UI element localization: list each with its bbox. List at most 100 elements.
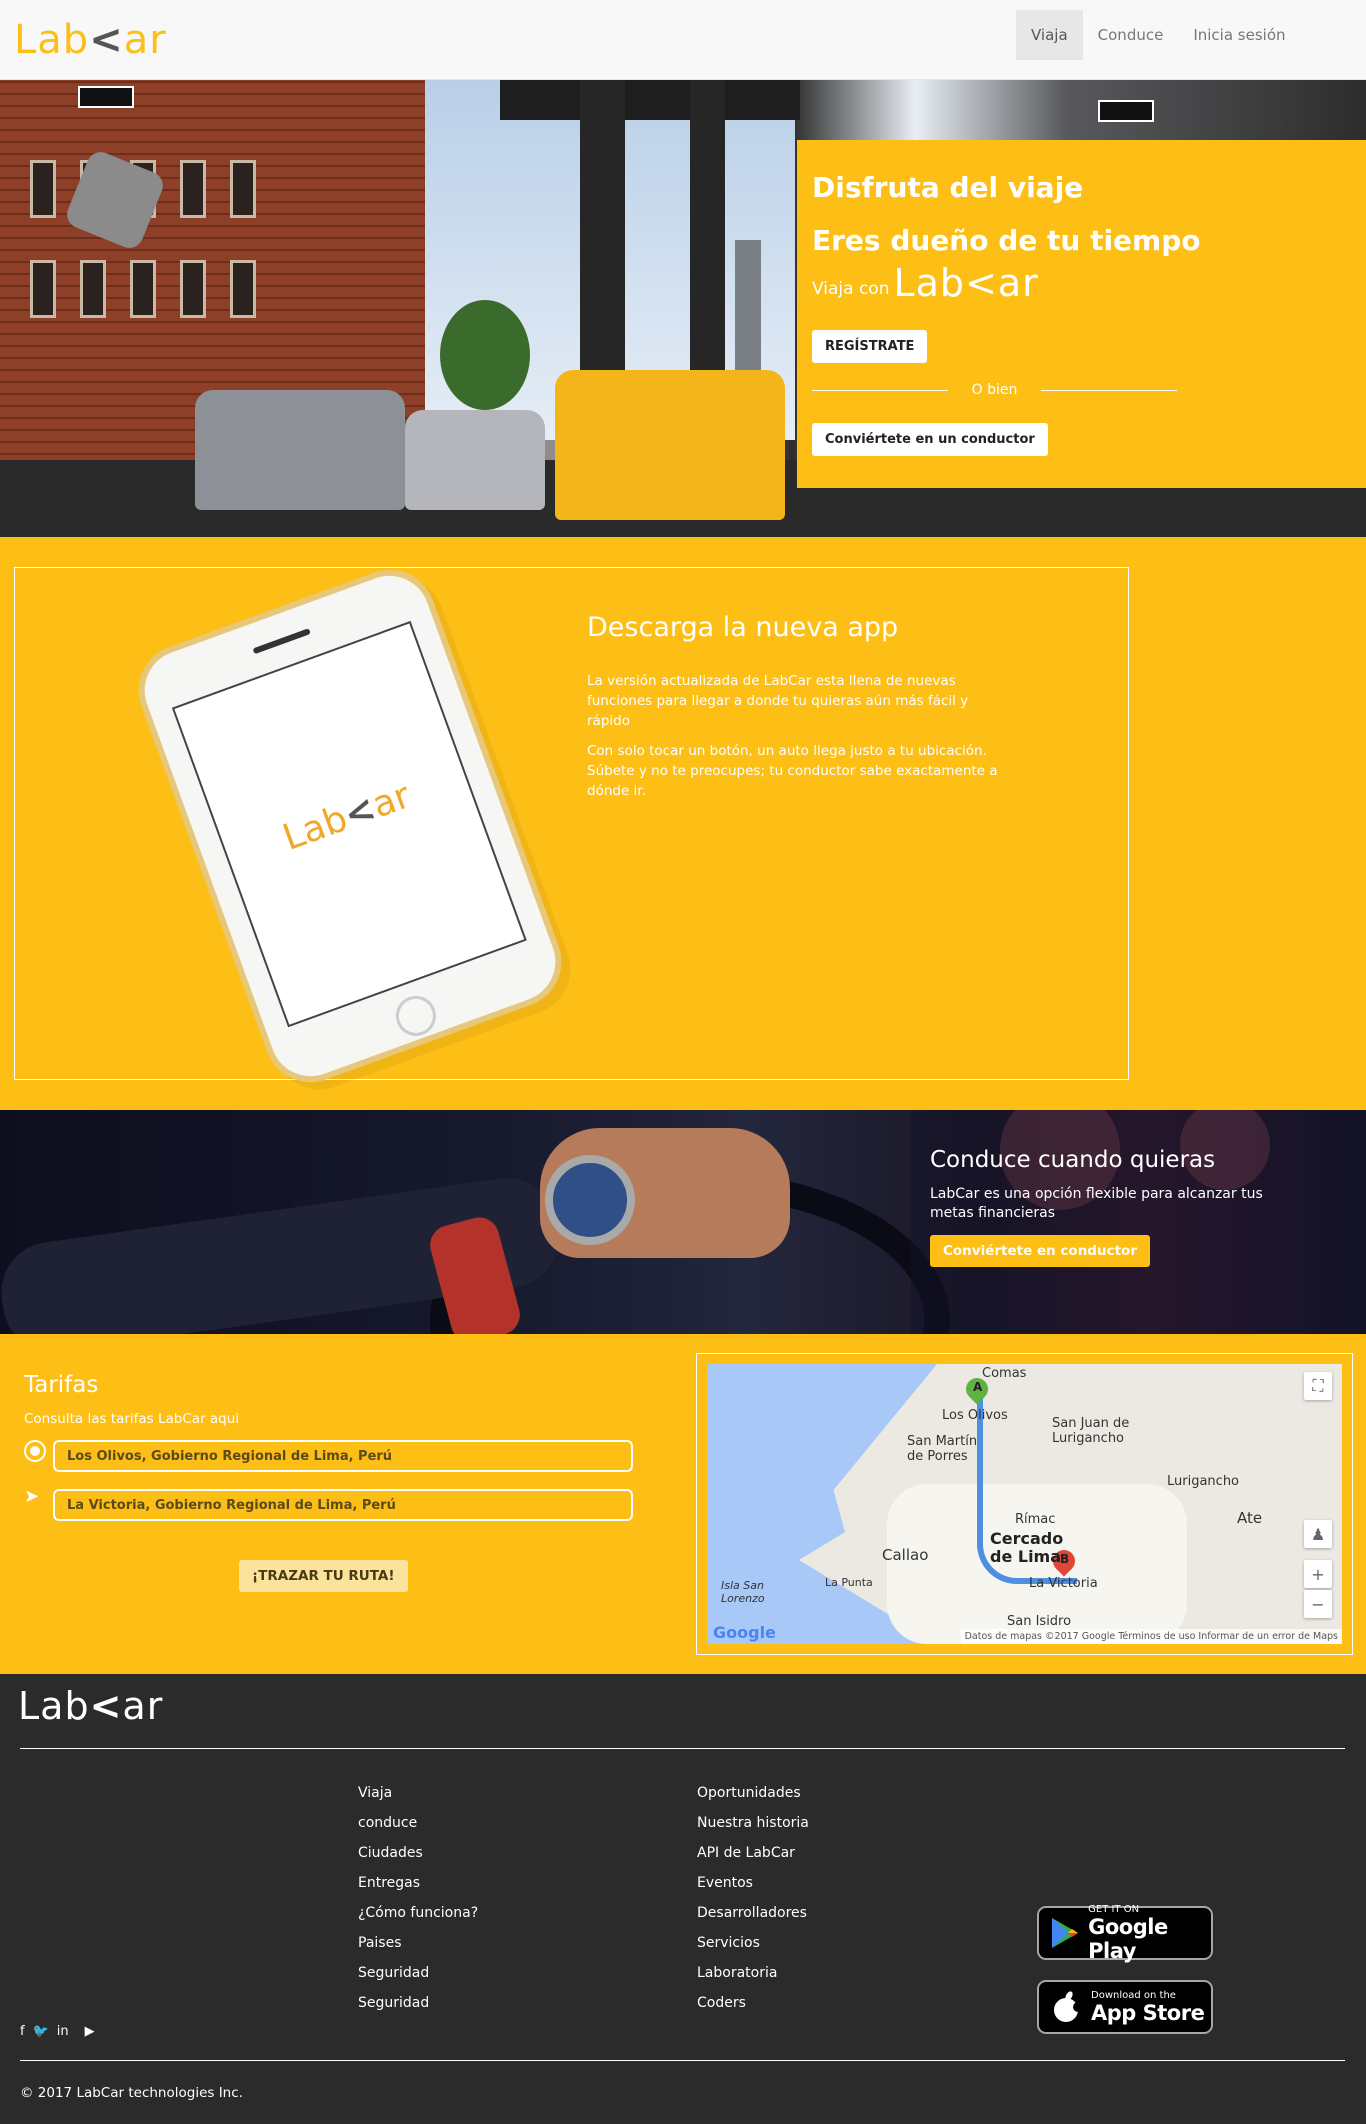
building-window	[230, 260, 256, 318]
phone-home-button	[390, 990, 442, 1042]
hero-panel: Disfruta del viaje Eres dueño de tu tiem…	[797, 140, 1366, 488]
footer-link[interactable]: Laboratoria	[697, 1958, 997, 1988]
download-title: Descarga la nueva app	[587, 612, 899, 643]
tree	[440, 300, 530, 410]
route-map[interactable]: A B Comas Los Olivos San Juan de Lurigan…	[707, 1364, 1342, 1644]
map-place: Rímac	[1015, 1512, 1056, 1527]
phone-speaker	[252, 628, 311, 655]
download-section: Lab<ar Descarga la nueva app La versión …	[0, 537, 1366, 1110]
map-place: Comas	[982, 1366, 1027, 1381]
nav-item-conduce[interactable]: Conduce	[1083, 10, 1179, 60]
footer-logo[interactable]: Lab<ar	[18, 1684, 163, 1728]
download-box: Lab<ar Descarga la nueva app La versión …	[14, 556, 1129, 1096]
footer-divider	[20, 2060, 1345, 2061]
google-play-icon	[1049, 1916, 1080, 1950]
drive-title: Conduce cuando quieras	[930, 1147, 1216, 1173]
map-fullscreen-button[interactable]: ⛶	[1304, 1372, 1332, 1400]
origin-input[interactable]: Los Olivos, Gobierno Regional de Lima, P…	[53, 1440, 633, 1472]
footer-link[interactable]: Coders	[697, 1988, 997, 2018]
footer-link[interactable]: Ciudades	[358, 1838, 658, 1868]
map-place: Isla San Lorenzo	[721, 1579, 765, 1605]
tarifas-subtitle: Consulta las tarifas LabCar aqui	[24, 1411, 240, 1427]
hero-tagline-prefix: Viaja con	[812, 279, 890, 299]
google-logo: Google	[713, 1623, 776, 1642]
footer-logo-chevron: <	[89, 1684, 123, 1728]
hero-subtitle: Eres dueño de tu tiempo	[812, 224, 1201, 257]
nav-item-viaja[interactable]: Viaja	[1016, 10, 1083, 60]
one-way-sign	[78, 86, 134, 108]
bridge-top	[500, 80, 800, 120]
map-zoom-out-button[interactable]: −	[1304, 1590, 1332, 1618]
navigation-arrow-icon: ➤	[24, 1486, 40, 1507]
wristwatch	[545, 1155, 635, 1245]
destination-input[interactable]: La Victoria, Gobierno Regional de Lima, …	[53, 1489, 633, 1521]
one-way-sign	[1098, 100, 1154, 122]
footer-link[interactable]: Servicios	[697, 1928, 997, 1958]
building-window	[230, 160, 256, 218]
pin-a-label: A	[973, 1380, 983, 1394]
drive-section: Conduce cuando quieras LabCar es una opc…	[0, 1110, 1366, 1334]
footer-link[interactable]: Seguridad	[358, 1988, 658, 2018]
map-place: La Punta	[825, 1576, 873, 1589]
building-window	[30, 160, 56, 218]
hero-tagline-logo: Lab<ar	[893, 261, 1039, 305]
footer-divider	[20, 1748, 1345, 1749]
social-icons: f 🐦 in ▶	[20, 2024, 95, 2039]
register-button[interactable]: REGÍSTRATE	[812, 330, 928, 363]
map-place: Ate	[1237, 1509, 1263, 1527]
footer-column-1: Viaja conduce Ciudades Entregas ¿Cómo fu…	[358, 1778, 658, 2018]
silver-car	[405, 410, 545, 510]
map-place: La Victoria	[1029, 1576, 1098, 1591]
footer-link[interactable]: conduce	[358, 1808, 658, 1838]
building-window	[130, 260, 156, 318]
tarifas-section: Tarifas Consulta las tarifas LabCar aqui…	[0, 1334, 1366, 1674]
youtube-icon[interactable]: ▶	[85, 2024, 95, 2039]
footer-link[interactable]: Viaja	[358, 1778, 658, 1808]
footer-column-2: Oportunidades Nuestra historia API de La…	[697, 1778, 997, 2018]
map-frame: A B Comas Los Olivos San Juan de Lurigan…	[696, 1353, 1353, 1655]
tarifas-title: Tarifas	[24, 1372, 99, 1398]
divider-line	[812, 389, 948, 391]
nav-item-login[interactable]: Inicia sesión	[1178, 10, 1300, 60]
map-zoom-in-button[interactable]: +	[1304, 1560, 1332, 1588]
footer-link[interactable]: Oportunidades	[697, 1778, 997, 1808]
apple-icon	[1049, 1990, 1083, 2024]
map-place: San Isidro	[1007, 1614, 1072, 1629]
map-pegman-button[interactable]: ♟	[1304, 1520, 1332, 1548]
building-window	[180, 160, 206, 218]
facebook-icon[interactable]: f	[20, 2024, 25, 2039]
brand-logo-left: Lab	[14, 17, 90, 63]
map-place: Lurigancho	[1167, 1474, 1240, 1489]
footer-link[interactable]: Entregas	[358, 1868, 658, 1898]
map-attribution[interactable]: Datos de mapas ©2017 Google Términos de …	[960, 1629, 1342, 1644]
google-play-big: Google Play	[1088, 1914, 1168, 1963]
brand-logo[interactable]: Lab < ar	[14, 12, 167, 68]
building-window	[80, 260, 106, 318]
footer: Lab<ar Viaja conduce Ciudades Entregas ¿…	[0, 1674, 1366, 2124]
navbar: Lab < ar Viaja Conduce Inicia sesión	[0, 0, 1366, 80]
map-place: Los Olivos	[942, 1408, 1008, 1423]
download-paragraph-1: La versión actualizada de LabCar esta ll…	[587, 673, 969, 729]
bridge-pillar-right	[690, 80, 725, 380]
footer-link[interactable]: ¿Cómo funciona?	[358, 1898, 658, 1928]
become-driver-button[interactable]: Conviértete en un conductor	[812, 423, 1048, 456]
footer-link[interactable]: Desarrolladores	[697, 1898, 997, 1928]
footer-link[interactable]: Nuestra historia	[697, 1808, 997, 1838]
footer-link[interactable]: API de LabCar	[697, 1838, 997, 1868]
download-paragraph-2: Con solo tocar un botón, un auto llega j…	[587, 743, 998, 799]
map-place: Callao	[882, 1546, 929, 1564]
linkedin-icon[interactable]: in	[57, 2024, 69, 2039]
footer-link[interactable]: Seguridad	[358, 1958, 658, 1988]
google-play-texts: GET IT ON Google Play	[1088, 1904, 1211, 1963]
footer-link[interactable]: Paises	[358, 1928, 658, 1958]
become-driver-button-2[interactable]: Conviértete en conductor	[930, 1235, 1150, 1267]
trace-route-button[interactable]: ¡TRAZAR TU RUTA!	[239, 1560, 408, 1592]
building-window	[180, 260, 206, 318]
map-place: Cercado de Lima	[990, 1529, 1064, 1566]
or-text: O bien	[971, 382, 1018, 398]
twitter-icon[interactable]: 🐦	[33, 2024, 49, 2039]
app-store-button[interactable]: Download on the App Store	[1037, 1980, 1213, 2034]
divider-line	[1041, 389, 1178, 391]
google-play-button[interactable]: GET IT ON Google Play	[1037, 1904, 1213, 1963]
footer-link[interactable]: Eventos	[697, 1868, 997, 1898]
